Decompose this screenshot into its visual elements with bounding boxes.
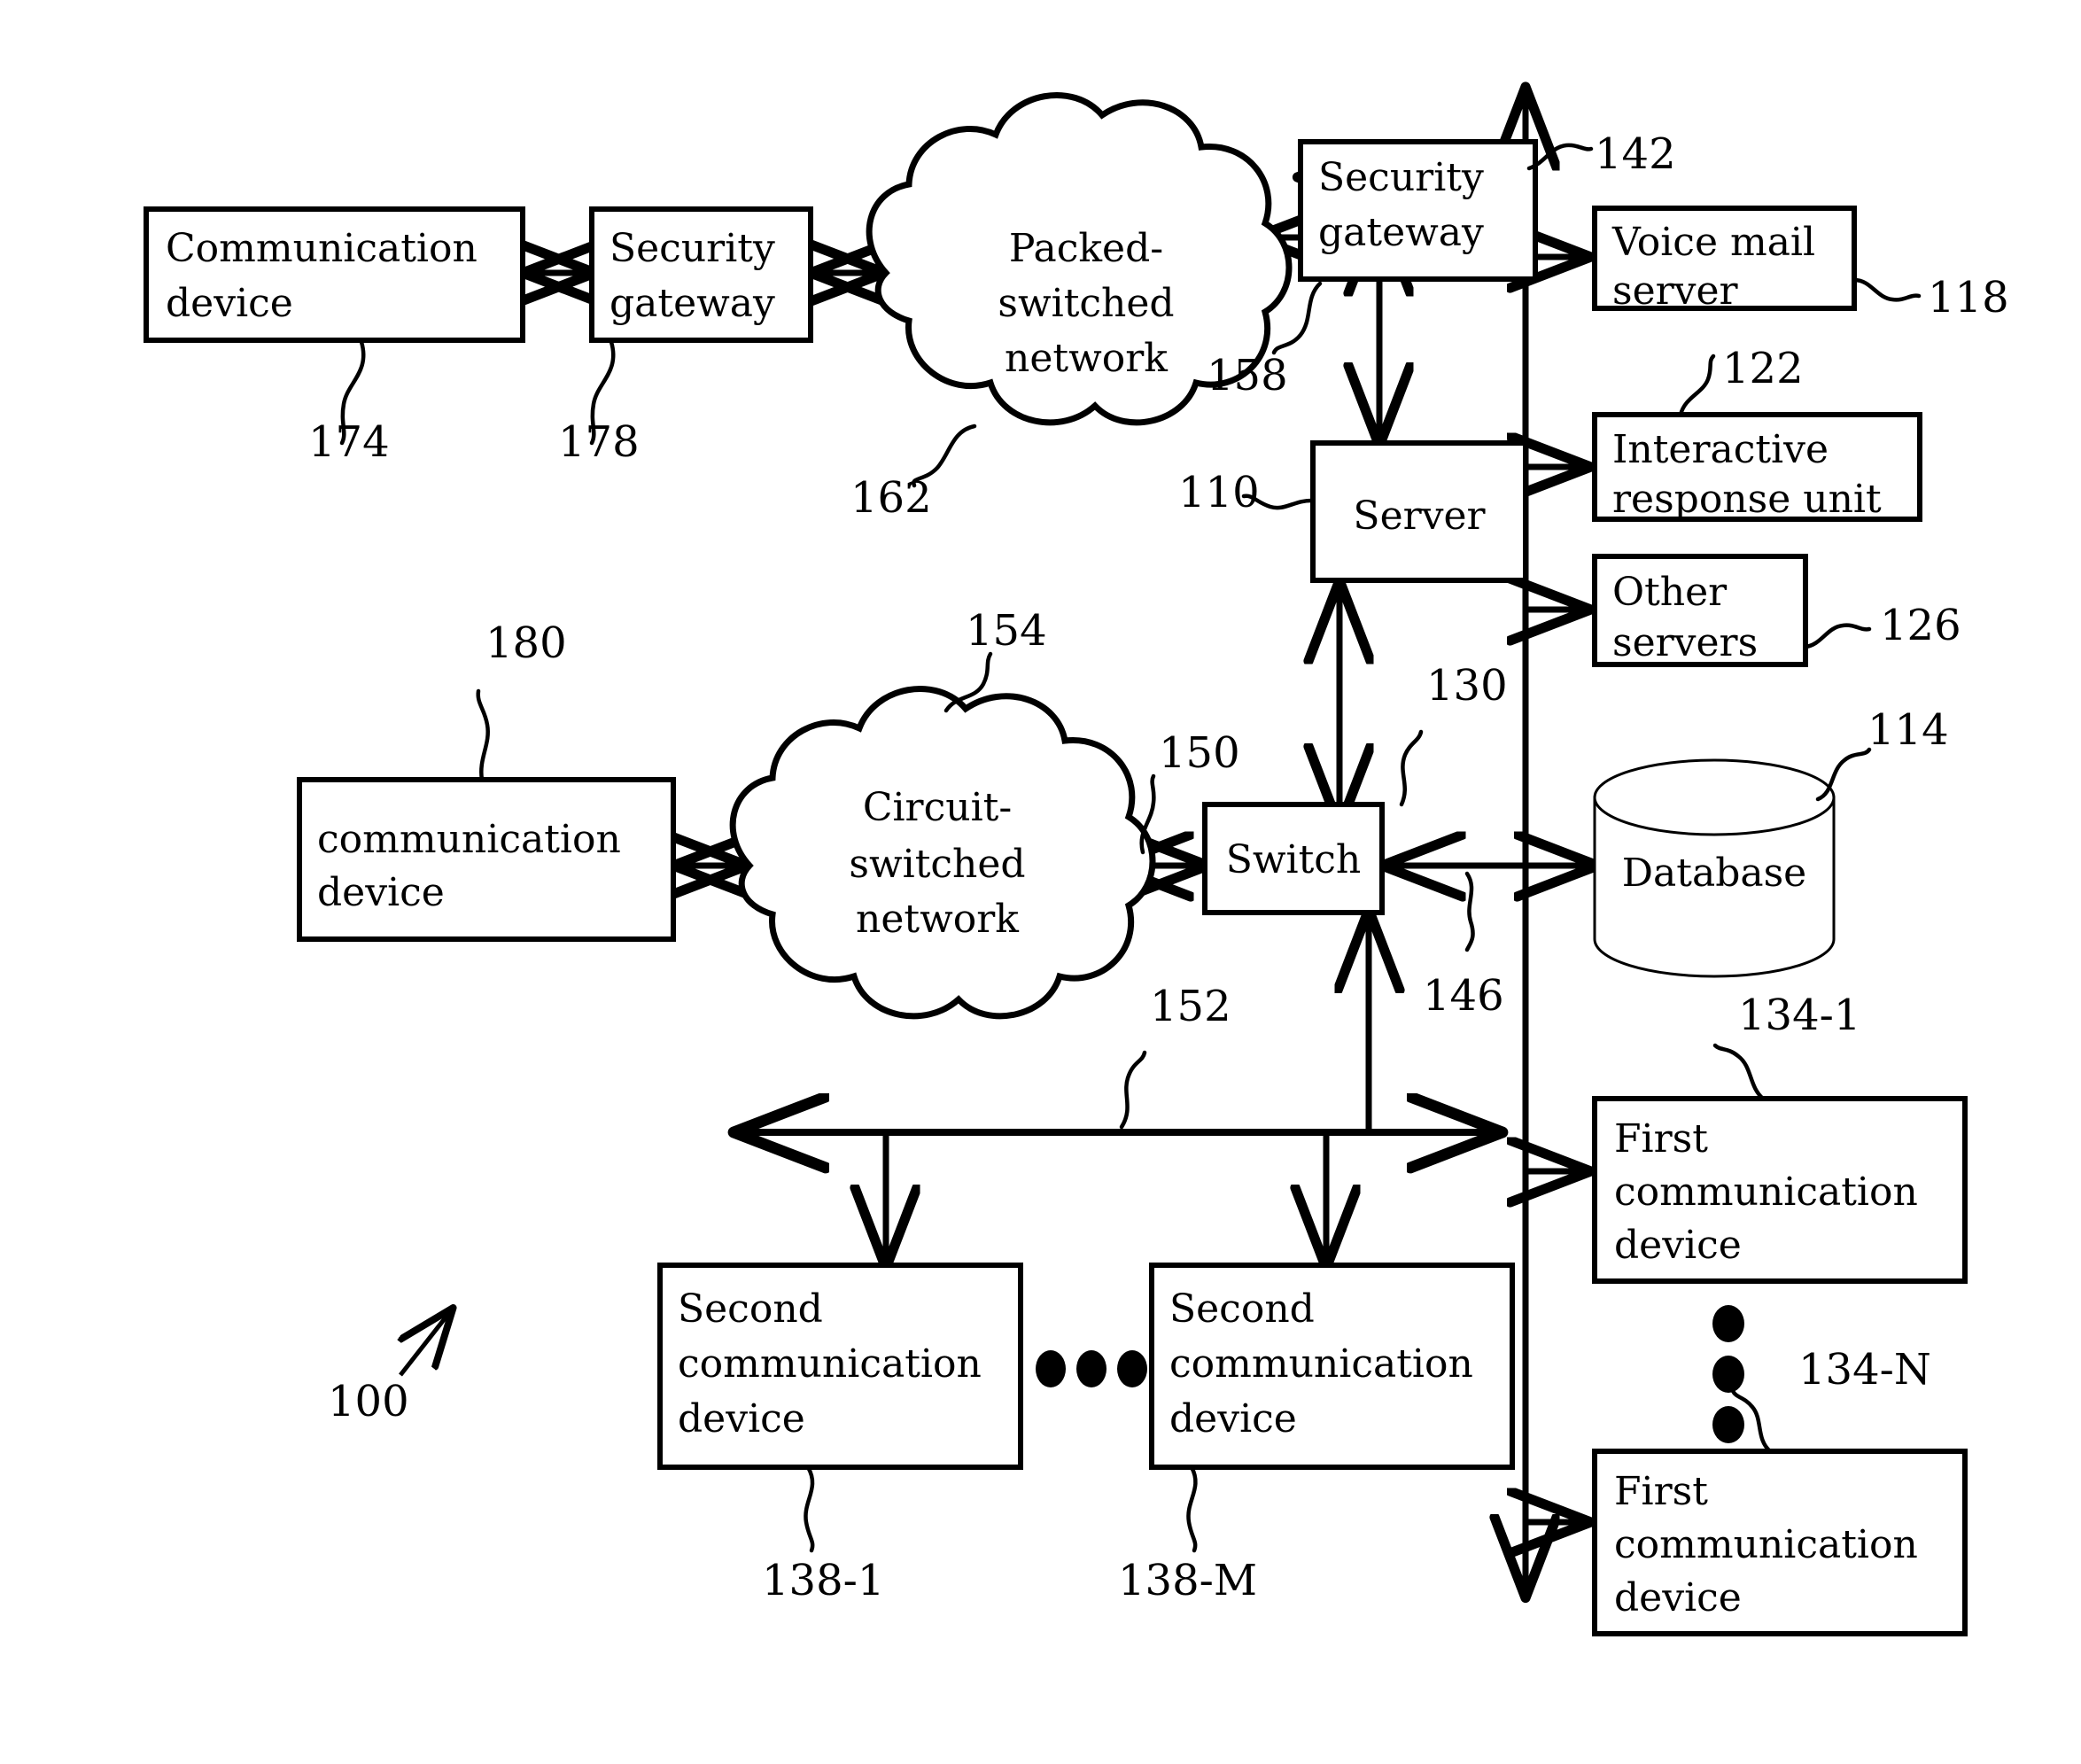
packet-network-label-line1: Packed- — [1009, 226, 1163, 271]
patent-figure-canvas: Communication device Security gateway Pa… — [0, 0, 2081, 1764]
other-servers-label-line1: Other — [1612, 570, 1728, 615]
iru-label-line2: response unit — [1612, 477, 1882, 522]
ref-158: 158 — [1207, 351, 1288, 400]
first-comm-n-label-line2: communication — [1614, 1522, 1918, 1567]
second-comm-m-label-line2: communication — [1169, 1341, 1473, 1387]
voice-mail-server-label-line1: Voice mail — [1611, 220, 1815, 265]
packet-network-label-line2: switched — [998, 281, 1174, 326]
leader-114 — [1815, 747, 1872, 802]
ref-130: 130 — [1426, 661, 1508, 711]
leader-138-M — [1186, 1465, 1198, 1553]
circuit-network-label-line3: network — [856, 897, 1019, 942]
leader-146 — [1464, 871, 1475, 952]
switch-label: Switch — [1226, 837, 1362, 882]
ref-118: 118 — [1928, 273, 2009, 322]
ellipsis-between-second-comm-devices — [1036, 1350, 1147, 1387]
security-gateway-178-label-line1: Security — [610, 226, 775, 271]
ellipsis-between-first-comm-devices — [1712, 1305, 1744, 1443]
network-architecture-diagram: Communication device Security gateway Pa… — [144, 0, 2009, 1636]
ref-142: 142 — [1595, 129, 1676, 179]
ref-110: 110 — [1178, 468, 1260, 517]
leader-122 — [1678, 354, 1716, 417]
database-label: Database — [1622, 851, 1806, 896]
leader-130 — [1399, 729, 1424, 807]
ref-138-M: 138-M — [1118, 1556, 1257, 1605]
leader-138-1 — [804, 1465, 815, 1553]
second-comm-1-label-line3: device — [678, 1396, 805, 1442]
figure-ref-arrow-100 — [400, 1309, 452, 1377]
ref-174: 174 — [308, 417, 390, 467]
comm-device-174-label-line1: Communication — [166, 226, 478, 271]
ref-126: 126 — [1880, 601, 1961, 650]
ref-134-N: 134-N — [1798, 1345, 1931, 1395]
first-comm-n-label-line1: First — [1614, 1469, 1708, 1514]
leader-142 — [1526, 143, 1594, 171]
voice-mail-server-label-line2: server — [1612, 268, 1739, 314]
packet-network-label-line3: network — [1005, 336, 1168, 381]
ref-154: 154 — [966, 606, 1047, 656]
iru-label-line1: Interactive — [1612, 427, 1829, 472]
ref-114: 114 — [1867, 705, 1949, 755]
first-comm-1-label-line1: First — [1614, 1116, 1708, 1162]
comm-device-180-label-line2: device — [317, 870, 445, 915]
ref-146: 146 — [1423, 971, 1504, 1021]
ref-134-1: 134-1 — [1738, 991, 1860, 1040]
security-gateway-158-label-line1: Security — [1318, 155, 1484, 200]
circuit-network-label-line1: Circuit- — [863, 785, 1012, 830]
security-gateway-158-label-line2: gateway — [1318, 210, 1484, 255]
ref-178: 178 — [558, 417, 640, 467]
security-gateway-178-label-line2: gateway — [610, 281, 775, 326]
ref-152: 152 — [1150, 982, 1231, 1031]
second-comm-1-label-line1: Second — [678, 1286, 823, 1332]
leader-180 — [476, 688, 490, 782]
first-comm-1-label-line3: device — [1614, 1223, 1742, 1268]
leader-118 — [1852, 277, 1922, 302]
ref-138-1: 138-1 — [762, 1556, 884, 1605]
leader-126 — [1803, 623, 1872, 649]
ref-100: 100 — [328, 1377, 409, 1426]
second-comm-1-label-line2: communication — [678, 1341, 982, 1387]
ref-180: 180 — [485, 618, 567, 668]
leader-134-1 — [1712, 1043, 1766, 1101]
comm-device-180-label-line1: communication — [317, 817, 621, 862]
other-servers-label-line2: servers — [1612, 620, 1758, 665]
ref-162: 162 — [850, 473, 932, 523]
server-110-label: Server — [1353, 493, 1486, 539]
first-comm-n-label-line3: device — [1614, 1575, 1742, 1620]
first-comm-1-label-line2: communication — [1614, 1170, 1918, 1215]
circuit-network-label-line2: switched — [849, 842, 1025, 887]
leader-152 — [1119, 1050, 1147, 1130]
ref-122: 122 — [1722, 344, 1804, 393]
comm-device-174-label-line2: device — [166, 281, 293, 326]
ref-150: 150 — [1159, 728, 1240, 778]
second-comm-m-label-line3: device — [1169, 1396, 1297, 1442]
second-comm-m-label-line1: Second — [1169, 1286, 1315, 1332]
